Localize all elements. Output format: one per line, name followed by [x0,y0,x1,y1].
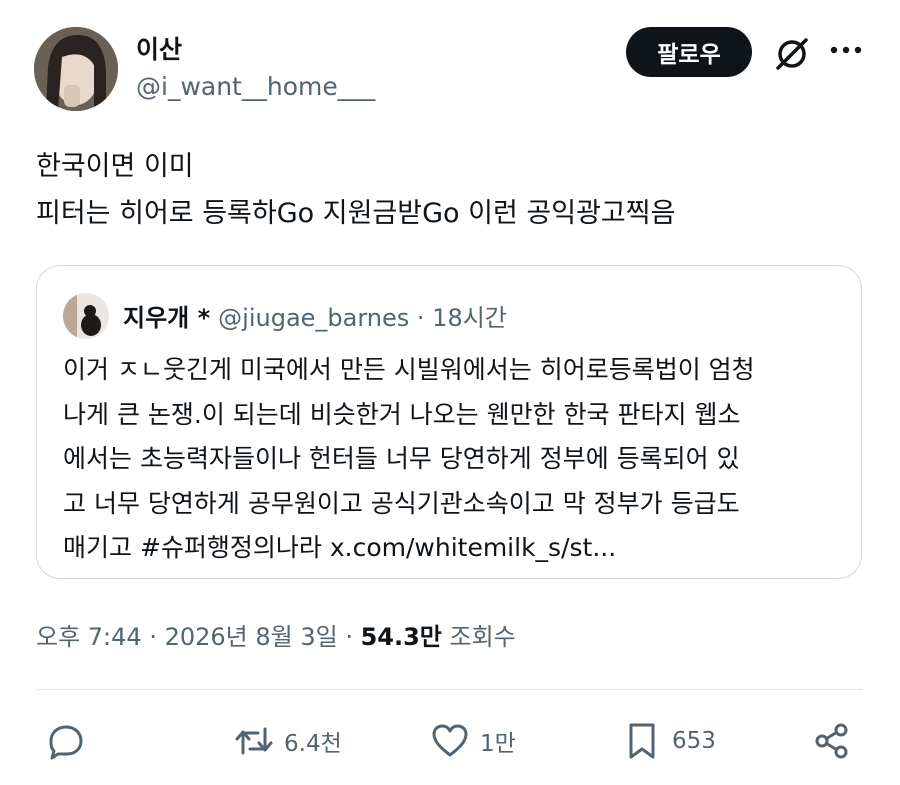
avatar[interactable] [34,27,118,111]
reply-button[interactable] [46,718,86,764]
quote-line: 고 너무 당연하게 공무원이고 공식기관소속이고 막 정부가 등급도 [63,488,740,518]
quote-time: · 18시간 [416,304,507,332]
reply-icon [49,725,83,760]
quote-line: 에서는 초능력자들이나 헌터들 너무 당연하게 정부에 등록되어 있 [63,444,740,473]
retweet-icon [235,727,273,755]
bookmark-count: 653 [672,728,716,754]
quote-line: 이거 ㅈㄴ웃긴게 미국에서 만든 시빌워에서는 히어로등록법이 엄청 [63,355,755,384]
bookmark-button[interactable]: 653 [622,718,716,764]
retweet-button[interactable]: 6.4천 [234,718,342,764]
author-handle[interactable]: @i_want__home___ [136,72,375,101]
share-icon [815,723,848,759]
heart-icon [432,724,468,757]
quote-line: 나게 큰 논쟁.이 되는데 비슷한거 나오는 웬만한 한국 판타지 웹소 [63,399,741,429]
grok-icon[interactable] [772,34,812,74]
tweet-line: 피터는 히어로 등록하Go 지원금받Go 이런 공익광고찍음 [36,198,676,229]
like-count: 1만 [480,731,516,757]
tweet-meta: 오후 7:44 · 2026년 8월 3일 · 54.3만 조회수 [36,617,516,652]
quote-author-name[interactable]: 지우개 * [123,304,210,332]
bookmark-icon [629,723,655,759]
more-options-icon[interactable] [828,40,864,60]
share-button[interactable] [812,718,852,764]
quote-line: 매기고 #슈퍼행정의나라 x.com/whitemilk_s/st... [63,533,617,562]
tweet-text: 한국이면 이미 피터는 히어로 등록하Go 지원금받Go 이런 공익광고찍음 [36,143,675,237]
author-name[interactable]: 이산 [136,30,182,66]
quoted-tweet[interactable]: 지우개 * @jiugae_barnes · 18시간 이거 ㅈㄴ웃긴게 미국에서… [36,265,862,579]
tweet-datetime[interactable]: 오후 7:44 · 2026년 8월 3일 · [36,623,361,651]
quote-author-handle[interactable]: @jiugae_barnes [218,304,409,332]
tweet-line: 한국이면 이미 [36,151,194,182]
quote-avatar[interactable] [63,293,109,339]
views-label: 조회수 [441,623,516,651]
retweet-count: 6.4천 [284,731,342,757]
views-count: 54.3만 [360,623,442,651]
quote-text: 이거 ㅈㄴ웃긴게 미국에서 만든 시빌워에서는 히어로등록법이 엄청 나게 큰 … [63,348,755,571]
divider [36,689,862,690]
follow-button[interactable]: 팔로우 [626,27,752,77]
quote-header: 지우개 * @jiugae_barnes · 18시간 [123,298,507,333]
like-button[interactable]: 1만 [430,718,516,764]
